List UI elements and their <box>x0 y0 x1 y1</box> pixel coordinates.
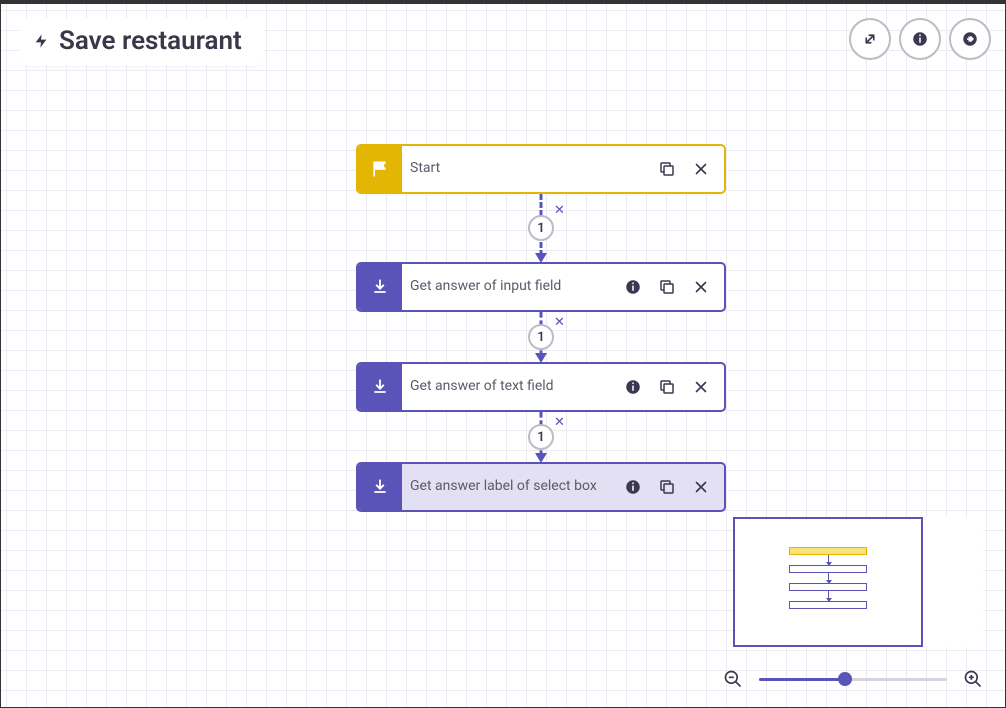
connector-delete-icon[interactable]: ✕ <box>554 203 565 218</box>
copy-icon[interactable] <box>654 474 680 500</box>
flow-editor-canvas: Save restaurant Start <box>0 0 1006 708</box>
connector-badge[interactable]: 1 <box>528 215 554 241</box>
flow-connector: 1 ✕ <box>356 312 726 362</box>
minimap-nodes <box>789 547 867 609</box>
flow-title-text: Save restaurant <box>59 26 242 56</box>
info-button[interactable] <box>899 18 941 60</box>
lightning-icon <box>33 29 49 53</box>
info-icon[interactable] <box>620 474 646 500</box>
flow-node-get-input-answer[interactable]: Get answer of input field <box>356 262 726 312</box>
node-label: Get answer of input field <box>402 264 620 310</box>
zoom-controls <box>723 669 983 689</box>
connector-delete-icon[interactable]: ✕ <box>554 415 565 430</box>
next-button[interactable] <box>949 18 991 60</box>
close-icon[interactable] <box>688 474 714 500</box>
zoom-in-button[interactable] <box>963 669 983 689</box>
minimap-node <box>789 565 867 573</box>
node-label: Get answer of text field <box>402 364 620 410</box>
flow-node-get-text-answer[interactable]: Get answer of text field <box>356 362 726 412</box>
node-label: Start <box>402 146 654 192</box>
flow-node-start[interactable]: Start <box>356 144 726 194</box>
minimap-node <box>789 583 867 591</box>
copy-icon[interactable] <box>654 374 680 400</box>
info-icon[interactable] <box>620 374 646 400</box>
copy-icon[interactable] <box>654 156 680 182</box>
fullscreen-button[interactable] <box>849 18 891 60</box>
connector-badge[interactable]: 1 <box>528 324 554 350</box>
copy-icon[interactable] <box>654 274 680 300</box>
connector-badge[interactable]: 1 <box>528 424 554 450</box>
flow-diagram: Start 1 ✕ Get answer of input fiel <box>356 144 726 512</box>
zoom-slider[interactable] <box>759 669 947 689</box>
download-icon <box>358 364 402 410</box>
info-icon[interactable] <box>620 274 646 300</box>
flag-icon <box>358 146 402 192</box>
connector-delete-icon[interactable]: ✕ <box>554 315 565 330</box>
node-label: Get answer label of select box <box>402 464 620 510</box>
flow-title-chip[interactable]: Save restaurant <box>19 18 264 66</box>
close-icon[interactable] <box>688 374 714 400</box>
flow-node-get-select-answer[interactable]: Get answer label of select box <box>356 462 726 512</box>
minimap-node <box>789 547 867 555</box>
zoom-out-button[interactable] <box>723 669 743 689</box>
close-icon[interactable] <box>688 274 714 300</box>
download-icon <box>358 464 402 510</box>
minimap-node <box>789 601 867 609</box>
minimap-viewport[interactable] <box>733 517 923 647</box>
close-icon[interactable] <box>688 156 714 182</box>
minimap[interactable] <box>733 517 983 647</box>
download-icon <box>358 264 402 310</box>
top-action-bar <box>849 18 991 60</box>
flow-connector: 1 ✕ <box>356 412 726 462</box>
flow-connector: 1 ✕ <box>356 194 726 262</box>
